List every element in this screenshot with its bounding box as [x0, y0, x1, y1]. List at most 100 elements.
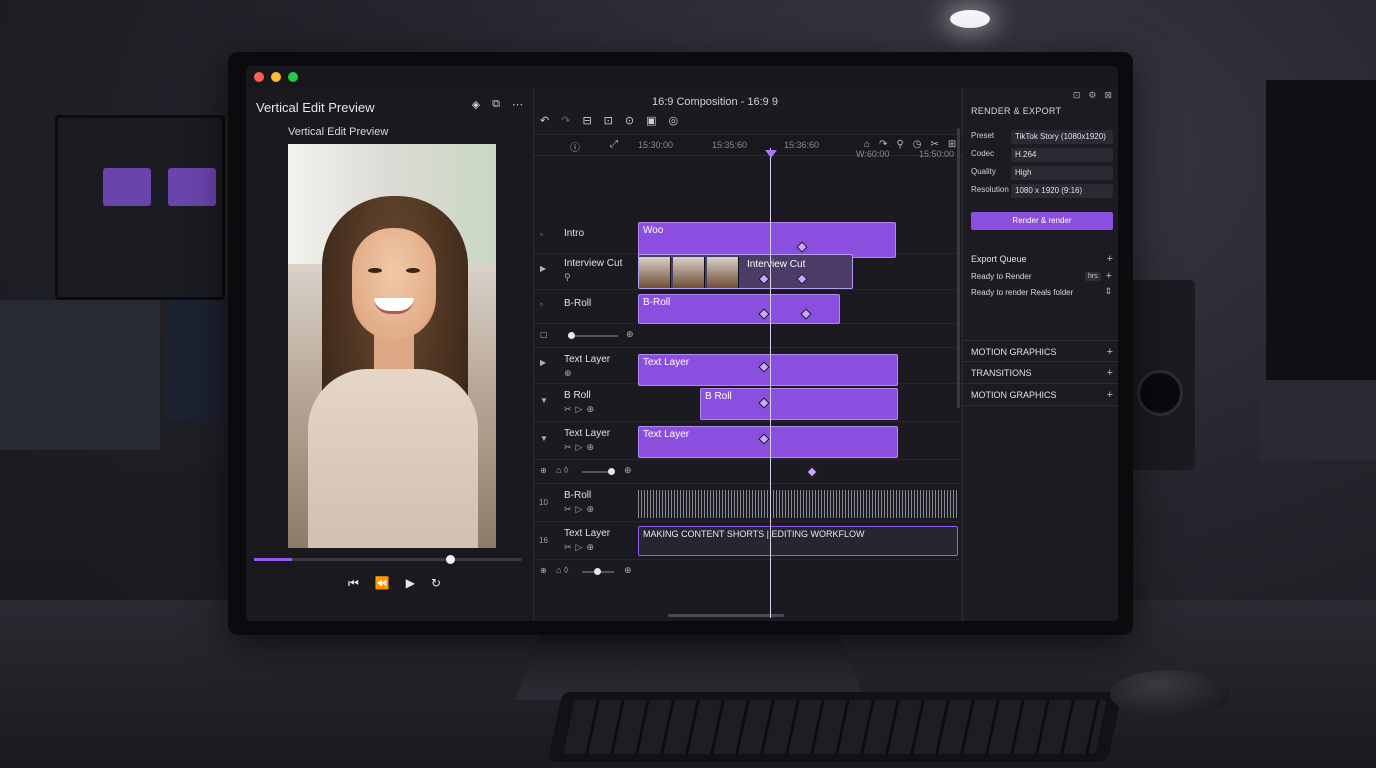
resolution-field[interactable]: Resolution 1080 x 1920 (9:16): [971, 184, 1113, 198]
home-icon[interactable]: ⌂: [864, 139, 870, 150]
track-row[interactable]: 10 B-Roll ✂▷⊕: [534, 484, 962, 522]
track-row[interactable]: 16 Text Layer ✂▷⊕ MAKING CONTENT SHORTS …: [534, 522, 962, 560]
export-queue-header[interactable]: Export Queue +: [963, 248, 1118, 270]
ruler-tick: 15:35:60: [712, 140, 748, 150]
scissors-icon[interactable]: ✂: [931, 139, 939, 150]
panel-icon[interactable]: ⊡: [1073, 90, 1081, 101]
stepper-icon[interactable]: ⇕: [1104, 286, 1112, 297]
render-button[interactable]: Render & render: [971, 212, 1113, 230]
composition-title: 16:9 Composition - 16:9 9: [652, 96, 778, 108]
window-controls: [254, 72, 298, 82]
timeline-clip[interactable]: B Roll: [700, 388, 898, 420]
track-label: B Roll: [564, 390, 591, 401]
timeline-clip[interactable]: Text Layer: [638, 354, 898, 386]
gear-icon[interactable]: ⚙: [1088, 90, 1096, 101]
mouse: [1110, 670, 1230, 718]
clock-icon[interactable]: ◷: [913, 139, 922, 150]
render-toolbar: ⊡ ⚙ ⊠: [1073, 90, 1112, 101]
track-row[interactable]: ⊕ ⌂ ◊ ⊕: [534, 460, 962, 484]
track-row[interactable]: ▶ Interview Cut ⚲ Interview Cut: [534, 254, 962, 290]
background-screen: [165, 300, 225, 420]
timeline-clip[interactable]: B-Roll: [638, 294, 840, 324]
horizontal-scrollbar[interactable]: [668, 614, 784, 617]
track-row[interactable]: ▼ Text Layer ✂▷⊕ Text Layer: [534, 422, 962, 460]
grid-icon[interactable]: ⊞: [948, 139, 956, 150]
timeline-clip[interactable]: Interview Cut: [638, 254, 853, 289]
timeline-ruler[interactable]: ⓘ ⤢ 15:30:00 15:35:60 15:36:60 W:60:00 1…: [534, 134, 962, 159]
track-label: B-Roll: [564, 298, 592, 309]
add-icon[interactable]: +: [1107, 362, 1113, 384]
add-icon[interactable]: +: [1107, 248, 1113, 270]
snap-icon[interactable]: ⊙: [625, 114, 634, 127]
ruler-tick: 15:30:00: [638, 140, 674, 150]
ruler-tick: 15:50:00: [919, 149, 955, 159]
marker-icon[interactable]: ▣: [646, 114, 656, 127]
editor-window: Vertical Edit Preview ◈ ⧉ ⋯ Vertical Edi…: [246, 66, 1118, 621]
background-monitor: [1260, 380, 1376, 460]
maximize-button[interactable]: [288, 72, 298, 82]
section-transitions[interactable]: TRANSITIONS +: [963, 362, 1118, 384]
scrub-handle[interactable]: [445, 555, 455, 564]
preview-panel: Vertical Edit Preview ◈ ⧉ ⋯ Vertical Edi…: [246, 88, 534, 621]
trim-icon[interactable]: ⊡: [604, 114, 613, 127]
info-icon[interactable]: ⓘ: [570, 139, 580, 154]
codec-field[interactable]: Codec H.264: [971, 148, 1113, 162]
section-motion-graphics[interactable]: MOTION GRAPHICS +: [963, 340, 1118, 362]
ruler-tick: W:60:00: [856, 149, 890, 159]
key-icon[interactable]: ⚲: [896, 139, 903, 150]
track-row[interactable]: ⊕ ⌂ ◊ ⊕: [534, 560, 962, 584]
add-icon[interactable]: +: [1107, 384, 1113, 406]
loop-icon[interactable]: ↻: [431, 576, 441, 591]
track-label: B-Roll: [564, 490, 592, 501]
track-row[interactable]: ▼ B Roll ✂▷⊕ B Roll: [534, 384, 962, 422]
play-icon[interactable]: ▶: [406, 576, 415, 591]
add-icon[interactable]: +: [1106, 270, 1112, 282]
keyboard: [547, 692, 1123, 762]
track-row[interactable]: ▶ Text Layer ⊕ Text Layer: [534, 348, 962, 386]
preset-field[interactable]: Preset TikTok Story (1080x1920): [971, 130, 1113, 144]
ceiling-light: [950, 10, 990, 28]
window-title: Vertical Edit Preview: [256, 100, 375, 115]
preview-subtitle: Vertical Edit Preview: [288, 126, 389, 138]
close-icon[interactable]: ⊠: [1104, 90, 1112, 101]
add-icon[interactable]: +: [1107, 341, 1113, 363]
vertical-scrollbar[interactable]: [957, 128, 960, 408]
track-row[interactable]: ▢ ⊕: [534, 324, 962, 348]
timeline-toolbar: ↶ ↷ ⊟ ⊡ ⊙ ▣ ◎: [540, 114, 678, 127]
render-title: RENDER & EXPORT: [971, 106, 1062, 116]
section-motion-graphics-2[interactable]: MOTION GRAPHICS +: [963, 384, 1118, 406]
scrub-bar[interactable]: [254, 555, 522, 564]
track-label: Intro: [564, 228, 585, 239]
redo-icon[interactable]: ↷: [561, 114, 570, 127]
undo-icon[interactable]: ↶: [540, 114, 549, 127]
expand-icon[interactable]: ⤢: [610, 139, 618, 154]
track-row[interactable]: ▫ B-Roll B-Roll: [534, 290, 962, 324]
rewind-icon[interactable]: ⏪: [375, 576, 390, 591]
timeline-clip[interactable]: Woo: [638, 222, 896, 258]
queue-item[interactable]: Ready to render Reals folder: [971, 288, 1091, 297]
audio-waveform[interactable]: [638, 490, 958, 518]
split-icon[interactable]: ⊟: [582, 114, 591, 127]
queue-item[interactable]: Ready to Render: [971, 272, 1031, 281]
render-panel: ⊡ ⚙ ⊠ RENDER & EXPORT Preset TikTok Stor…: [957, 88, 1118, 621]
share-icon[interactable]: ⧉: [492, 98, 500, 111]
title-clip[interactable]: MAKING CONTENT SHORTS | EDITING WORKFLOW: [638, 526, 958, 556]
settings-icon[interactable]: ◎: [669, 114, 679, 127]
monitor: Vertical Edit Preview ◈ ⧉ ⋯ Vertical Edi…: [228, 52, 1133, 635]
redo-icon[interactable]: ↷: [879, 139, 887, 150]
close-button[interactable]: [254, 72, 264, 82]
diamond-icon[interactable]: ◈: [472, 98, 480, 111]
timeline-clip[interactable]: Text Layer: [638, 426, 898, 458]
track-label: Text Layer: [564, 428, 611, 439]
playhead[interactable]: [770, 148, 771, 618]
more-icon[interactable]: ⋯: [512, 98, 523, 111]
skip-back-icon[interactable]: ⏮: [348, 576, 359, 591]
video-preview[interactable]: [288, 144, 496, 548]
queue-tag: hrs: [1085, 272, 1101, 281]
track-row[interactable]: ▫ Intro Woo: [534, 218, 962, 258]
playhead-handle[interactable]: [765, 150, 777, 158]
minimize-button[interactable]: [271, 72, 281, 82]
quality-field[interactable]: Quality High: [971, 166, 1113, 180]
background-screen: [0, 300, 160, 450]
scrub-progress: [254, 558, 292, 561]
